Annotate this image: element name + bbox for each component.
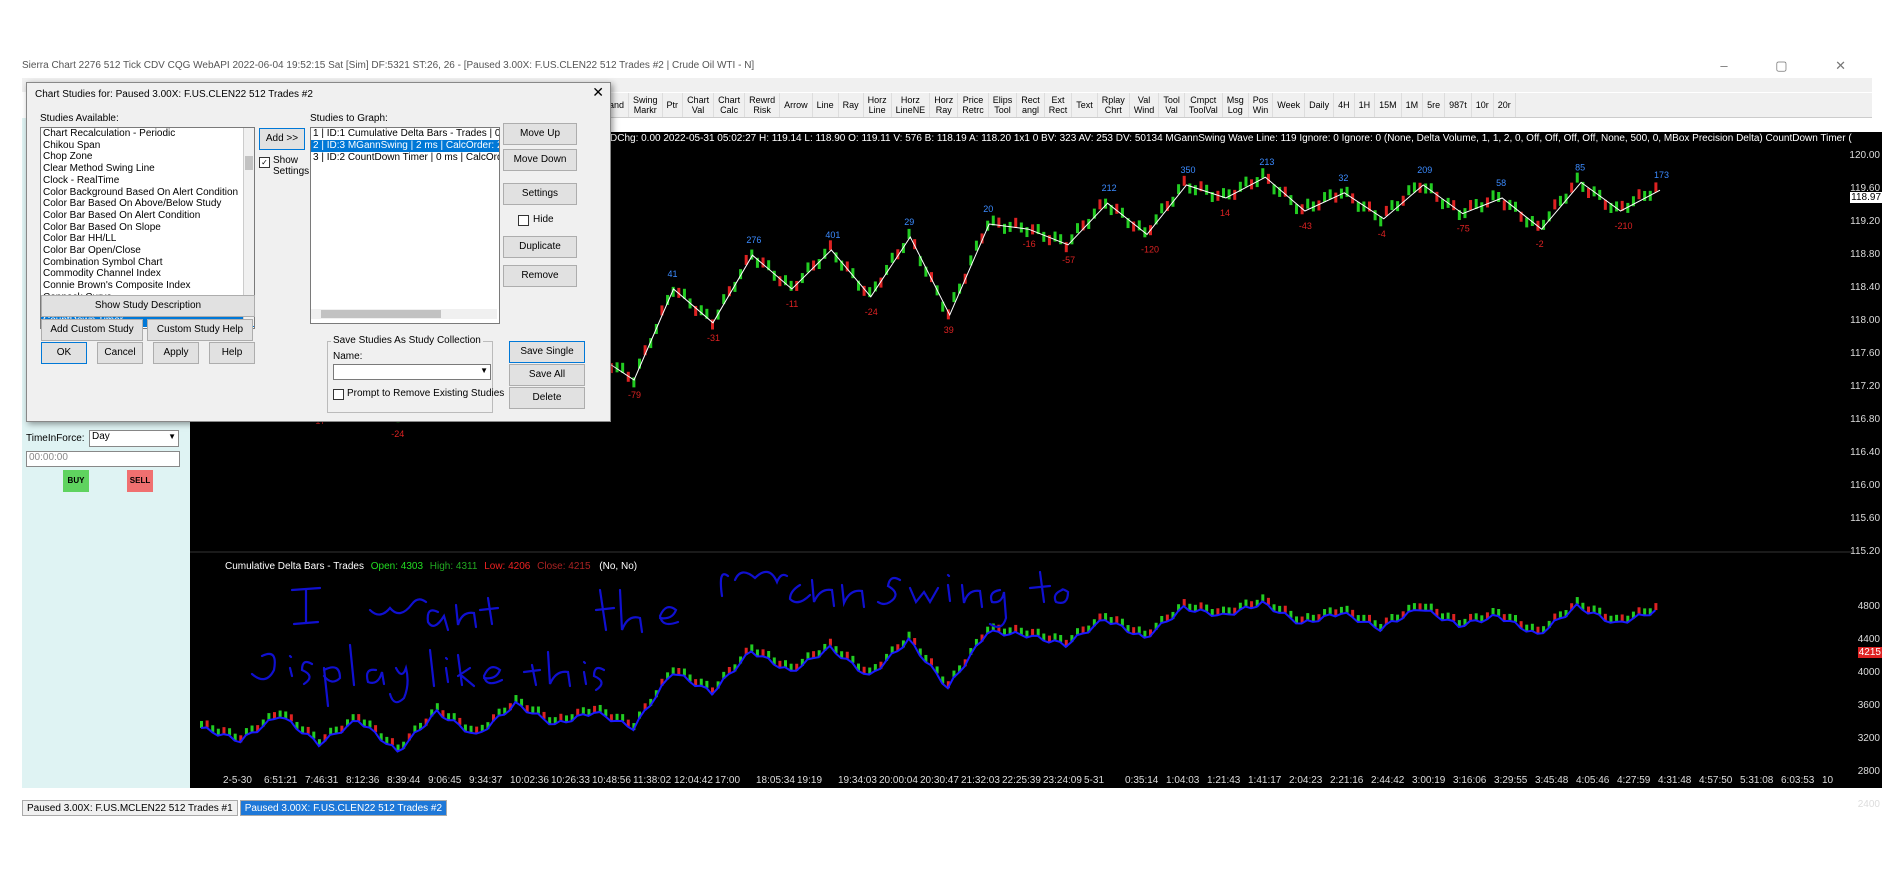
apply-button[interactable]: Apply xyxy=(153,342,199,364)
move-up-button[interactable]: Move Up xyxy=(503,123,577,145)
graph-study-item[interactable]: 3 | ID:2 CountDown Timer | 0 ms | CalcOr… xyxy=(311,152,499,164)
close-icon[interactable]: ✕ xyxy=(592,84,604,101)
scroll-thumb[interactable] xyxy=(321,310,441,318)
delete-button[interactable]: Delete xyxy=(509,387,585,409)
duplicate-button[interactable]: Duplicate xyxy=(503,236,577,258)
prompt-remove-label: Prompt to Remove Existing Studies xyxy=(347,388,505,399)
graph-study-item[interactable]: 1 | ID:1 Cumulative Delta Bars - Trades … xyxy=(311,128,499,140)
prompt-remove-checkbox[interactable] xyxy=(333,389,344,400)
tab-chart-2[interactable]: Paused 3.00X: F.US.CLEN22 512 Trades #2 xyxy=(239,800,448,816)
study-list-item[interactable]: Color Background Based On Alert Conditio… xyxy=(41,187,254,199)
add-study-button[interactable]: Add >> xyxy=(259,128,305,150)
study-list-item[interactable]: Chikou Span xyxy=(41,140,254,152)
show-study-description-button[interactable]: Show Study Description xyxy=(41,295,255,317)
study-list-item[interactable]: Color Bar Based On Alert Condition xyxy=(41,210,254,222)
study-list-item[interactable]: Combination Symbol Chart xyxy=(41,257,254,269)
collection-group-label: Save Studies As Study Collection xyxy=(331,335,483,346)
graph-study-item[interactable]: 2 | ID:3 MGannSwing | 2 ms | CalcOrder: … xyxy=(311,140,499,152)
save-all-button[interactable]: Save All xyxy=(509,364,585,386)
name-label: Name: xyxy=(333,351,363,362)
study-list-item[interactable]: Color Bar Based On Above/Below Study xyxy=(41,198,254,210)
chart-studies-dialog: Chart Studies for: Paused 3.00X: F.US.CL… xyxy=(26,82,611,422)
study-list-item[interactable]: Clear Method Swing Line xyxy=(41,163,254,175)
dialog-title: Chart Studies for: Paused 3.00X: F.US.CL… xyxy=(35,89,313,100)
study-list-item[interactable]: Chop Zone xyxy=(41,151,254,163)
custom-study-help-button[interactable]: Custom Study Help xyxy=(147,319,253,341)
add-custom-study-button[interactable]: Add Custom Study xyxy=(41,319,143,341)
move-down-button[interactable]: Move Down xyxy=(503,149,577,171)
study-list-item[interactable]: Color Bar Based On Slope xyxy=(41,222,254,234)
study-list-item[interactable]: Commodity Channel Index xyxy=(41,268,254,280)
settings-button[interactable]: Settings xyxy=(503,183,577,205)
chevron-down-icon: ▼ xyxy=(480,366,488,375)
hide-label: Hide xyxy=(533,214,554,225)
graph-list-hscrollbar[interactable] xyxy=(311,309,497,319)
studies-to-graph-list[interactable]: 1 | ID:1 Cumulative Delta Bars - Trades … xyxy=(310,127,500,324)
cancel-button[interactable]: Cancel xyxy=(97,342,143,364)
study-list-item[interactable]: Clock - RealTime xyxy=(41,175,254,187)
tab-chart-1[interactable]: Paused 3.00X: F.US.MCLEN22 512 Trades #1 xyxy=(22,800,238,816)
study-list-item[interactable]: Color Bar HH/LL xyxy=(41,233,254,245)
study-list-item[interactable]: Connie Brown's Composite Index xyxy=(41,280,254,292)
ok-button[interactable]: OK xyxy=(41,342,87,364)
scroll-thumb[interactable] xyxy=(245,156,253,170)
study-list-item[interactable]: Color Bar Open/Close xyxy=(41,245,254,257)
collection-name-select[interactable]: ▼ xyxy=(333,364,491,380)
remove-button[interactable]: Remove xyxy=(503,265,577,287)
studies-available-label: Studies Available: xyxy=(40,113,119,124)
help-button[interactable]: Help xyxy=(209,342,255,364)
show-settings-label: Show Settings xyxy=(273,155,310,177)
studies-to-graph-label: Studies to Graph: xyxy=(310,113,388,124)
chart-tabs: Paused 3.00X: F.US.MCLEN22 512 Trades #1… xyxy=(22,800,449,816)
show-settings-checkbox[interactable]: ✓ xyxy=(259,157,270,168)
study-list-item[interactable]: Chart Recalculation - Periodic xyxy=(41,128,254,140)
hide-checkbox[interactable] xyxy=(518,215,529,226)
save-single-button[interactable]: Save Single xyxy=(509,341,585,363)
